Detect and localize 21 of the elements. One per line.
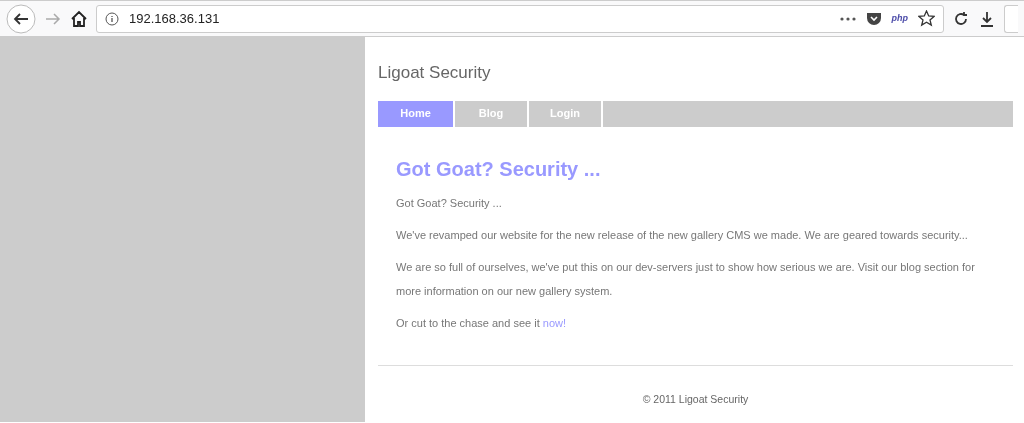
url-text[interactable]: 192.168.36.131 <box>129 8 830 29</box>
page-heading: Got Goat? Security ... <box>396 156 602 181</box>
nav-tab[interactable]: Home <box>378 100 455 127</box>
home-icon[interactable] <box>70 9 88 28</box>
reload-icon[interactable] <box>952 9 970 28</box>
more-icon[interactable] <box>839 16 856 21</box>
back-icon[interactable] <box>6 3 36 34</box>
search-field[interactable] <box>1004 4 1018 33</box>
paragraph: Or cut to the chase and see it now! <box>396 315 567 331</box>
address-bar[interactable]: 192.168.36.131 php <box>96 4 944 33</box>
footer-text: © 2011 Ligoat Security <box>641 391 750 407</box>
pocket-icon[interactable] <box>865 11 882 26</box>
bookmark-star-icon[interactable] <box>918 10 935 27</box>
paragraph: We are so full of ourselves, we've put this on our dev-servers just to show how serious we are. Visit our blog section for more information on our new gallery system. <box>396 259 976 299</box>
site-title: Ligoat Security <box>378 62 492 84</box>
now-link[interactable]: now! <box>542 316 566 329</box>
info-icon[interactable] <box>105 11 119 26</box>
paragraph: We've revamped our website for the new release of the new gallery CMS we made. We are geared towards security... <box>396 227 969 243</box>
extension-label[interactable]: php <box>891 11 908 26</box>
download-icon[interactable] <box>978 9 996 28</box>
paragraph: Got Goat? Security ... <box>396 195 503 211</box>
